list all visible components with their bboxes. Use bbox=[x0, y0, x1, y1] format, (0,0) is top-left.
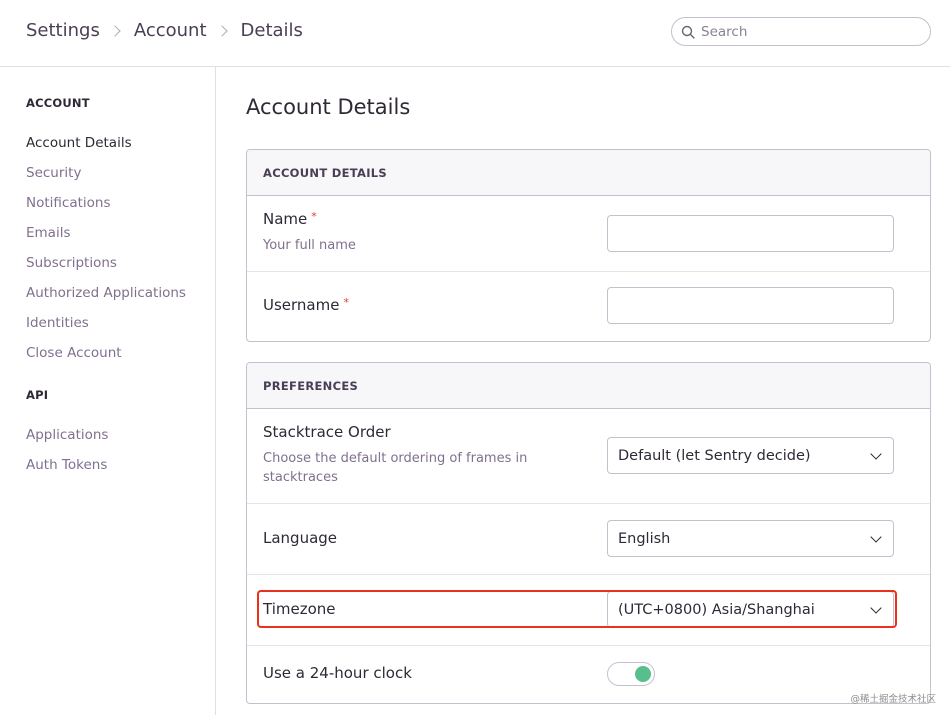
breadcrumb-settings[interactable]: Settings bbox=[26, 20, 100, 41]
name-row: Name * Your full name bbox=[247, 196, 930, 272]
sidebar-item-subscriptions[interactable]: Subscriptions bbox=[26, 255, 117, 271]
username-field[interactable] bbox=[607, 287, 894, 324]
sidebar-item-applications[interactable]: Applications bbox=[26, 427, 108, 443]
language-value: English bbox=[618, 530, 671, 547]
username-row: Username * bbox=[247, 272, 930, 341]
watermark: @稀土掘金技术社区 bbox=[850, 694, 936, 705]
search-box[interactable] bbox=[671, 17, 931, 46]
stacktrace-order-select[interactable]: Default (let Sentry decide) bbox=[607, 437, 894, 474]
language-select[interactable]: English bbox=[607, 520, 894, 557]
required-mark: * bbox=[343, 296, 349, 309]
clock-label: Use a 24-hour clock bbox=[263, 664, 412, 682]
chevron-down-icon bbox=[870, 602, 882, 614]
sidebar-item-notifications[interactable]: Notifications bbox=[26, 195, 111, 211]
username-label: Username * bbox=[263, 296, 349, 314]
chevron-down-icon bbox=[870, 531, 882, 543]
chevron-down-icon bbox=[870, 448, 882, 460]
timezone-row: Timezone (UTC+0800) Asia/Shanghai bbox=[247, 575, 930, 646]
main-content: Account Details ACCOUNT DETAILS Name * Yo… bbox=[216, 67, 950, 715]
breadcrumb-details: Details bbox=[240, 20, 303, 41]
clock-row: Use a 24-hour clock bbox=[247, 646, 930, 703]
sidebar-heading-account: ACCOUNT bbox=[26, 96, 90, 110]
sidebar-item-security[interactable]: Security bbox=[26, 165, 81, 181]
panel-heading: PREFERENCES bbox=[247, 363, 930, 409]
sidebar-item-emails[interactable]: Emails bbox=[26, 225, 71, 241]
page-title: Account Details bbox=[246, 95, 411, 119]
top-bar: Settings Account Details bbox=[0, 0, 950, 67]
breadcrumb: Settings Account Details bbox=[26, 20, 303, 41]
language-row: Language English bbox=[247, 504, 930, 575]
timezone-label: Timezone bbox=[263, 600, 336, 618]
required-mark: * bbox=[311, 210, 317, 223]
panel-heading: ACCOUNT DETAILS bbox=[247, 150, 930, 196]
search-input[interactable] bbox=[701, 23, 901, 40]
sidebar-item-identities[interactable]: Identities bbox=[26, 315, 89, 331]
name-field[interactable] bbox=[607, 215, 894, 252]
timezone-select[interactable]: (UTC+0800) Asia/Shanghai bbox=[607, 591, 894, 628]
chevron-right-icon bbox=[215, 24, 228, 37]
toggle-knob bbox=[635, 666, 651, 682]
chevron-right-icon bbox=[109, 24, 121, 37]
timezone-value: (UTC+0800) Asia/Shanghai bbox=[618, 601, 815, 618]
settings-sidebar: ACCOUNT Account Details Security Notific… bbox=[0, 67, 216, 715]
sidebar-item-auth-tokens[interactable]: Auth Tokens bbox=[26, 457, 107, 473]
breadcrumb-account[interactable]: Account bbox=[134, 20, 207, 41]
name-label: Name * bbox=[263, 210, 317, 228]
name-help-text: Your full name bbox=[263, 238, 356, 253]
language-label: Language bbox=[263, 529, 338, 547]
sidebar-heading-api: API bbox=[26, 388, 49, 402]
preferences-panel: PREFERENCES Stacktrace Order Choose the … bbox=[246, 362, 931, 704]
stacktrace-order-value: Default (let Sentry decide) bbox=[618, 447, 811, 464]
24-hour-clock-toggle[interactable] bbox=[607, 662, 655, 686]
stacktrace-help-text: Choose the default ordering of frames in… bbox=[263, 451, 528, 485]
search-icon bbox=[681, 25, 695, 39]
stacktrace-row: Stacktrace Order Choose the default orde… bbox=[247, 409, 930, 504]
username-label-text: Username bbox=[263, 296, 340, 314]
sidebar-item-close-account[interactable]: Close Account bbox=[26, 345, 122, 361]
name-label-text: Name bbox=[263, 210, 308, 228]
account-details-panel: ACCOUNT DETAILS Name * Your full name Use… bbox=[246, 149, 931, 342]
sidebar-item-account-details[interactable]: Account Details bbox=[26, 135, 132, 151]
stacktrace-label: Stacktrace Order bbox=[263, 423, 391, 441]
sidebar-item-authorized-applications[interactable]: Authorized Applications bbox=[26, 285, 186, 301]
